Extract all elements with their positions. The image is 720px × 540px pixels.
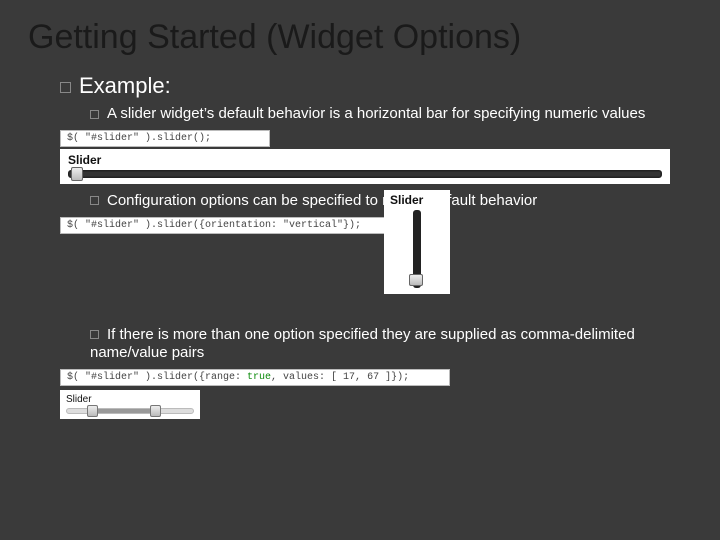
page-title: Getting Started (Widget Options) <box>0 0 720 63</box>
slider-panel-vertical: Slider <box>384 190 450 294</box>
bullet-3-text: If there is more than one option specifi… <box>90 326 635 362</box>
slider-panel-range: Slider <box>60 390 200 419</box>
square-bullet-icon <box>90 330 99 339</box>
slider-range-fill <box>90 409 156 413</box>
bullet-2-text: Configuration options can be specified t… <box>107 192 537 209</box>
slider-label: Slider <box>390 193 444 207</box>
slider-track-vertical[interactable] <box>413 210 421 288</box>
code-3-post: , values: [ 17, 67 ]}); <box>271 372 409 383</box>
slider-panel-horizontal: Slider <box>60 149 670 184</box>
bullet-1-text: A slider widget’s default behavior is a … <box>107 105 645 122</box>
slider-handle[interactable] <box>409 274 423 286</box>
code-snippet-1: $( "#slider" ).slider(); <box>60 130 270 147</box>
square-bullet-icon <box>90 196 99 205</box>
bullet-1: A slider widget’s default behavior is a … <box>60 105 670 124</box>
example-heading: Example: <box>60 73 670 99</box>
row-config: Configuration options can be specified t… <box>60 192 670 326</box>
code-snippet-3: $( "#slider" ).slider({range: true, valu… <box>60 369 450 386</box>
slider-handle-low[interactable] <box>87 405 98 417</box>
content-area: Example: A slider widget’s default behav… <box>0 63 720 419</box>
slider-track-range[interactable] <box>66 408 194 414</box>
example-heading-text: Example: <box>79 73 171 98</box>
bullet-2: Configuration options can be specified t… <box>60 192 670 211</box>
slider-handle[interactable] <box>71 167 83 181</box>
square-bullet-icon <box>60 82 71 93</box>
slider-label: Slider <box>66 394 194 405</box>
slider-label: Slider <box>68 153 662 167</box>
code-3-keyword: true <box>247 372 271 383</box>
square-bullet-icon <box>90 110 99 119</box>
slider-handle-high[interactable] <box>150 405 161 417</box>
bullet-3: If there is more than one option specifi… <box>60 326 670 364</box>
code-3-pre: $( "#slider" ).slider({range: <box>67 372 247 383</box>
slider-track-horizontal[interactable] <box>68 170 662 178</box>
